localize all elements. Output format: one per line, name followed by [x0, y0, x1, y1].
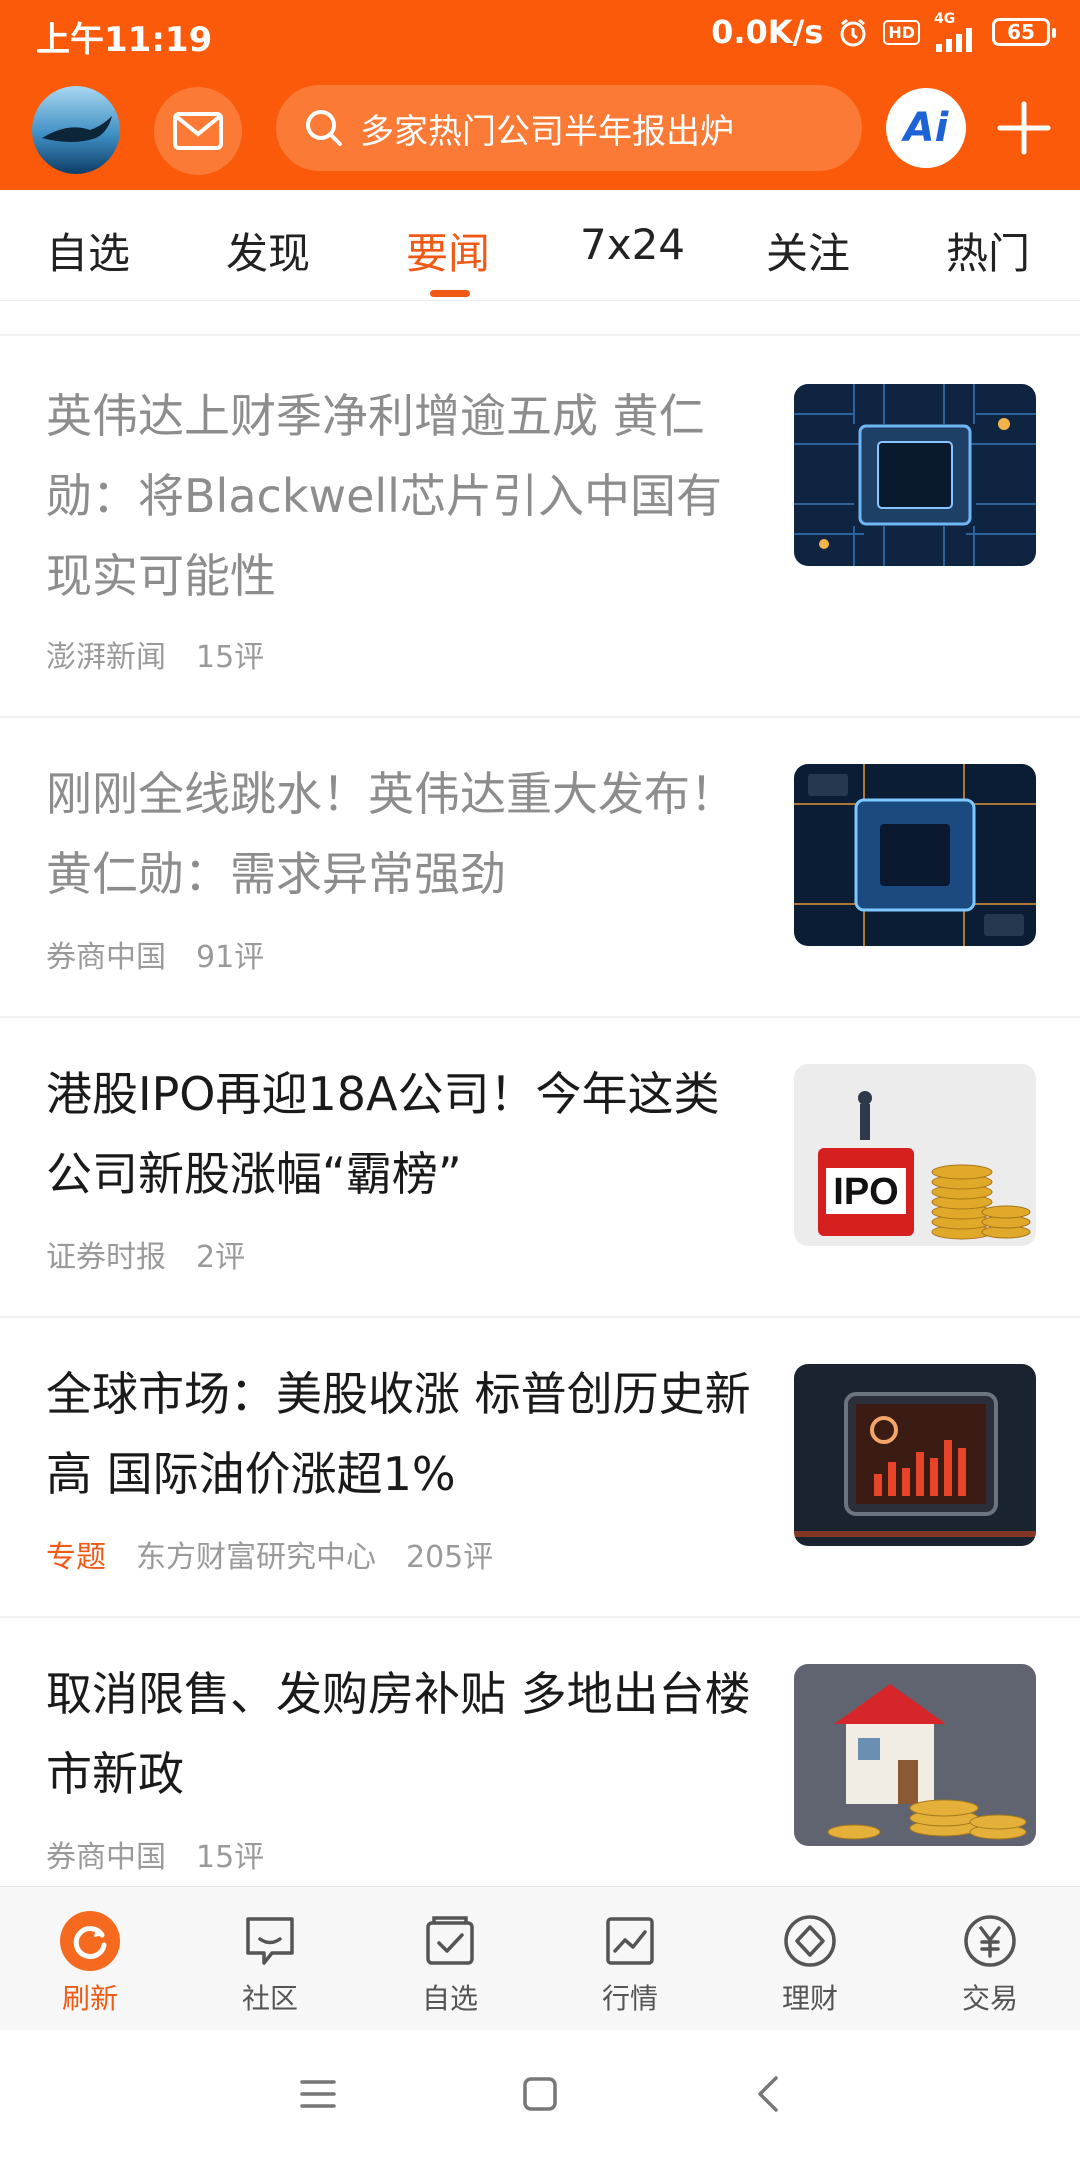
nav-wealth[interactable]: 理财	[720, 1887, 900, 2031]
news-meta: 澎湃新闻 15评	[46, 632, 294, 676]
tab-headlines[interactable]: 要闻	[406, 220, 490, 281]
network-type: 4G	[934, 11, 956, 27]
active-tab-indicator	[430, 290, 470, 297]
news-item[interactable]: 全球市场：美股收涨 标普创历史新高 国际油价涨超1% 专题 东方财富研究中心 205…	[0, 1318, 1080, 1618]
news-source: 券商中国	[46, 1840, 166, 1875]
status-time: 上午11:19	[36, 20, 213, 60]
status-icons: 0.0K/s HD 4G 65	[711, 10, 1056, 54]
nav-label: 行情	[601, 1982, 658, 2015]
news-meta: 券商中国 15评	[46, 1832, 294, 1876]
home-icon[interactable]	[520, 2074, 560, 2114]
refresh-icon	[60, 1911, 120, 1971]
nav-refresh[interactable]: 刷新	[0, 1887, 180, 2031]
ipo-image: IPO	[794, 1064, 1036, 1246]
news-title: 港股IPO再迎18A公司！今年这类公司新股涨幅“霸榜”	[46, 1067, 720, 1201]
nav-label: 刷新	[61, 1982, 118, 2015]
signal-icon: 4G	[934, 12, 978, 52]
status-bar: 上午11:19 0.0K/s HD 4G 65	[0, 0, 1080, 68]
nav-community[interactable]: 社区	[180, 1887, 360, 2031]
news-title: 英伟达上财季净利增逾五成 黄仁勋：将Blackwell芯片引入中国有现实可能性	[46, 389, 722, 603]
net-speed: 0.0K/s	[711, 13, 824, 51]
mail-icon	[173, 112, 223, 150]
house-coins-image	[794, 1664, 1036, 1846]
news-comments: 91评	[196, 940, 265, 975]
news-meta: 证券时报 2评	[46, 1232, 275, 1276]
back-icon[interactable]	[752, 2074, 784, 2114]
nav-trade[interactable]: 交易	[900, 1887, 1080, 2031]
news-source: 东方财富研究中心	[136, 1540, 376, 1575]
nav-label: 交易	[961, 1982, 1018, 2015]
news-source: 证券时报	[46, 1240, 166, 1275]
tab-following[interactable]: 关注	[766, 220, 850, 281]
ipo-label: IPO	[833, 1171, 898, 1213]
nav-label: 理财	[781, 1982, 838, 2015]
nav-label: 社区	[241, 1982, 298, 2015]
nav-market[interactable]: 行情	[540, 1887, 720, 2031]
news-comments: 15评	[196, 1840, 265, 1875]
news-source: 澎湃新闻	[46, 640, 166, 675]
chat-bubble-icon	[240, 1911, 300, 1971]
news-item[interactable]: 刚刚全线跳水！英伟达重大发布！黄仁勋：需求异常强劲 券商中国 91评	[0, 718, 1080, 1018]
nav-watchlist[interactable]: 自选	[360, 1887, 540, 2031]
tab-watchlist[interactable]: 自选	[46, 220, 130, 281]
tab-discover[interactable]: 发现	[226, 220, 310, 281]
news-title: 刚刚全线跳水！英伟达重大发布！黄仁勋：需求异常强劲	[46, 767, 736, 901]
market-tablet-image	[794, 1364, 1036, 1546]
nav-label: 自选	[421, 1982, 478, 2015]
news-item[interactable]: 英伟达上财季净利增逾五成 黄仁勋：将Blackwell芯片引入中国有现实可能性 …	[0, 336, 1080, 716]
news-meta: 券商中国 91评	[46, 932, 294, 976]
alarm-icon	[837, 16, 869, 48]
news-comments: 15评	[196, 640, 265, 675]
news-comments: 2评	[196, 1240, 246, 1275]
checkbox-icon	[420, 1911, 480, 1971]
battery-icon: 65	[992, 18, 1056, 46]
chip-image	[794, 384, 1036, 566]
tab-7x24[interactable]: 7x24	[580, 220, 685, 269]
news-item[interactable]: 港股IPO再迎18A公司！今年这类公司新股涨幅“霸榜” 证券时报 2评 IPO	[0, 1018, 1080, 1318]
yen-icon	[960, 1911, 1020, 1971]
category-tabs: 自选 发现 要闻 7x24 关注 热门	[0, 190, 1080, 301]
plus-icon	[997, 101, 1051, 155]
search-icon	[306, 110, 342, 146]
topic-badge[interactable]: 专题	[46, 1540, 106, 1575]
avatar[interactable]	[32, 86, 120, 174]
add-button[interactable]	[990, 94, 1058, 162]
news-comments: 205评	[406, 1540, 494, 1575]
system-nav-bar	[0, 2030, 1080, 2160]
hd-icon: HD	[883, 19, 920, 45]
chip-image	[794, 764, 1036, 946]
menu-icon[interactable]	[298, 2076, 338, 2112]
news-item[interactable]: 取消限售、发购房补贴 多地出台楼市新政 券商中国 15评	[0, 1618, 1080, 1886]
news-source: 券商中国	[46, 940, 166, 975]
line-chart-icon	[600, 1911, 660, 1971]
bottom-nav: 刷新 社区 自选 行情 理财 交易	[0, 1886, 1080, 2031]
app-header: 上午11:19 0.0K/s HD 4G 65 多家热门公司半年报出炉 Ai	[0, 0, 1080, 190]
header-toolbar: 多家热门公司半年报出炉 Ai	[0, 80, 1080, 180]
search-bar[interactable]: 多家热门公司半年报出炉	[276, 85, 862, 171]
news-title: 取消限售、发购房补贴 多地出台楼市新政	[46, 1667, 751, 1801]
mail-button[interactable]	[154, 87, 242, 175]
diamond-icon	[780, 1911, 840, 1971]
news-meta: 专题 东方财富研究中心 205评	[46, 1532, 523, 1576]
ai-assistant-button[interactable]: Ai	[886, 88, 966, 168]
tab-hot[interactable]: 热门	[946, 220, 1030, 281]
search-placeholder: 多家热门公司半年报出炉	[360, 111, 734, 152]
news-title: 全球市场：美股收涨 标普创历史新高 国际油价涨超1%	[46, 1367, 751, 1501]
